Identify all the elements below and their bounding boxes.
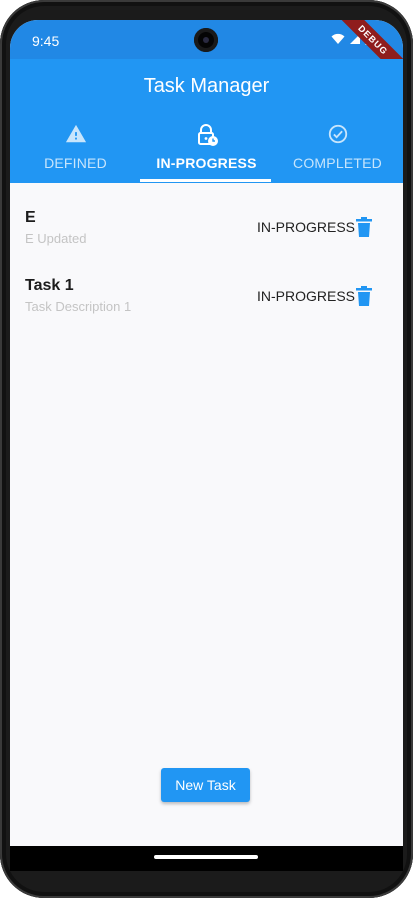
tab-completed[interactable]: COMPLETED [272,121,403,183]
task-description: E Updated [25,231,87,246]
tab-defined[interactable]: DEFINED [10,121,141,183]
task-status: IN-PROGRESS [257,288,356,304]
status-bar: 9:45 DEBUG [10,20,403,89]
app-bar: Task Manager DEFINED IN-PROGRESS COMPLET… [10,59,403,183]
new-task-button[interactable]: New Task [161,768,250,802]
tab-in-progress[interactable]: IN-PROGRESS [141,121,272,183]
list-item[interactable]: Task 1 Task Description 1 IN-PROGRESS [10,252,403,321]
task-list: E E Updated IN-PROGRESS Task 1 Task Desc… [10,183,403,321]
delete-icon[interactable] [354,285,374,307]
tab-indicator [140,179,271,182]
tab-label: IN-PROGRESS [156,155,257,171]
task-name: E [25,209,36,226]
lock-clock-icon [197,124,218,146]
status-time: 9:45 [32,33,60,49]
list-item[interactable]: E E Updated IN-PROGRESS [10,183,403,252]
wifi-icon [331,33,345,44]
check-circle-icon [328,124,347,144]
task-status: IN-PROGRESS [257,219,356,235]
warning-icon [65,124,86,143]
app-screen: 9:45 DEBUG Task Manager DEFINED IN-PROGR… [10,20,403,871]
page-title: Task Manager [143,75,270,97]
device-frame: 9:45 DEBUG Task Manager DEFINED IN-PROGR… [0,0,413,898]
delete-icon[interactable] [354,216,374,238]
navigation-bar [10,846,403,871]
front-camera [194,28,218,52]
tab-bar: DEFINED IN-PROGRESS COMPLETED [10,121,403,183]
tab-label: DEFINED [44,155,107,171]
task-name: Task 1 [25,277,74,294]
task-description: Task Description 1 [25,299,132,314]
tab-label: COMPLETED [293,155,382,171]
home-indicator[interactable] [154,855,258,859]
